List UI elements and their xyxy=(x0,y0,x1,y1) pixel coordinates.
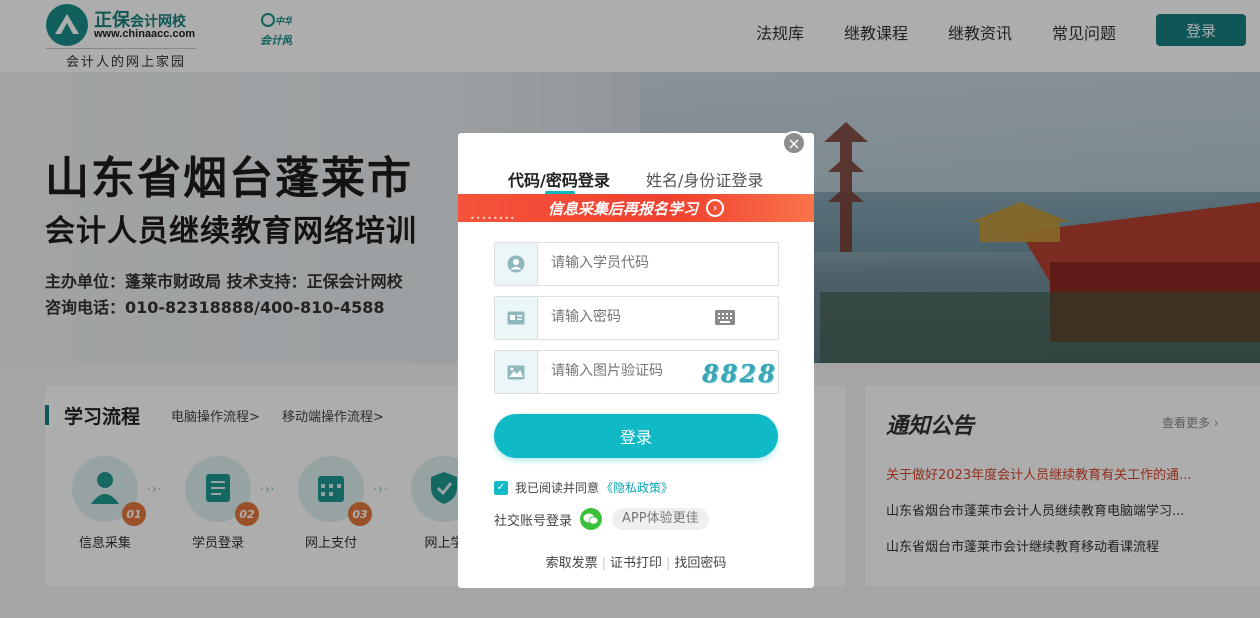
link-separator: | xyxy=(601,556,606,571)
agree-checkbox[interactable]: ✓ xyxy=(494,480,508,495)
captcha-field[interactable]: 8828 xyxy=(494,350,779,394)
keyboard-icon[interactable] xyxy=(715,310,735,325)
student-code-input[interactable] xyxy=(551,255,701,271)
wechat-icon[interactable] xyxy=(580,508,603,530)
password-field[interactable] xyxy=(494,296,779,340)
privacy-agreement: ✓ 我已阅读并同意 《隐私政策》 xyxy=(494,479,673,496)
privacy-policy-link[interactable]: 《隐私政策》 xyxy=(601,479,673,496)
link-separator: | xyxy=(666,556,671,571)
promo-dots: •••••••• xyxy=(470,214,516,222)
recover-password-link[interactable]: 找回密码 xyxy=(674,556,726,571)
captcha-input[interactable] xyxy=(551,363,701,379)
promo-banner[interactable]: •••••••• 信息采集后再报名学习 › xyxy=(458,194,814,222)
invoice-link[interactable]: 索取发票 xyxy=(546,556,598,571)
tab-code-password[interactable]: 代码/密码登录 xyxy=(508,167,610,191)
login-submit-button[interactable]: 登录 xyxy=(494,414,778,458)
promo-text: 信息采集后再报名学习 xyxy=(548,200,699,218)
agree-text: 我已阅读并同意 xyxy=(515,481,600,495)
password-input[interactable] xyxy=(551,309,701,325)
tab-name-idcard[interactable]: 姓名/身份证登录 xyxy=(646,167,763,191)
id-card-icon xyxy=(495,297,538,339)
captcha-image[interactable]: 8828 xyxy=(702,359,777,388)
app-download-pill[interactable]: APP体验更佳 xyxy=(612,508,709,530)
social-login-row: 社交账号登录 APP体验更佳 xyxy=(494,507,709,531)
social-login-label: 社交账号登录 xyxy=(494,513,573,529)
arrow-right-circle-icon: › xyxy=(706,199,724,217)
certificate-print-link[interactable]: 证书打印 xyxy=(610,556,662,571)
student-code-field[interactable] xyxy=(494,242,779,286)
user-icon xyxy=(495,243,538,285)
image-icon xyxy=(495,351,538,393)
modal-footer-links: 索取发票 | 证书打印 | 找回密码 xyxy=(458,552,814,571)
login-modal: × 代码/密码登录 姓名/身份证登录 •••••••• 信息采集后再报名学习 ›… xyxy=(458,131,814,588)
close-icon[interactable]: × xyxy=(782,131,806,155)
